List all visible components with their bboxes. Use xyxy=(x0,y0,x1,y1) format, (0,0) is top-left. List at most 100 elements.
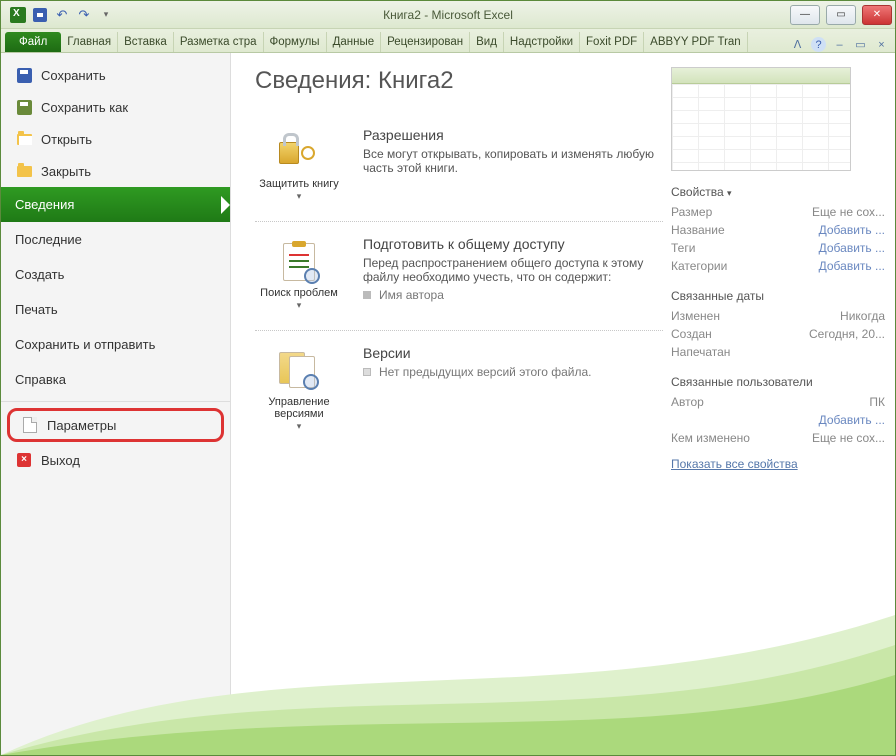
section-header: Версии xyxy=(363,345,663,361)
sidebar-item-new[interactable]: Создать xyxy=(1,257,230,292)
sidebar-item-share[interactable]: Сохранить и отправить xyxy=(1,327,230,362)
sidebar-item-label: Сведения xyxy=(15,197,74,212)
bullet-item: Нет предыдущих версий этого файла. xyxy=(363,365,663,379)
sidebar-item-label: Параметры xyxy=(47,418,116,433)
sidebar-item-label: Создать xyxy=(15,267,64,282)
chevron-down-icon: ▾ xyxy=(258,191,340,202)
exit-icon: × xyxy=(15,451,33,469)
sidebar-item-save[interactable]: Сохранить xyxy=(1,59,230,91)
minimize-button[interactable]: — xyxy=(790,5,820,25)
chevron-down-icon: ▾ xyxy=(727,188,732,198)
section-text: Перед распространением общего доступа к … xyxy=(363,256,663,284)
prop-row-categories[interactable]: КатегорииДобавить ... xyxy=(671,257,885,275)
section-text: Все могут открывать, копировать и изменя… xyxy=(363,147,663,175)
titlebar: ↶ ↷ ▾ Книга2 - Microsoft Excel — ▭ ✕ xyxy=(1,1,895,29)
manage-versions-button[interactable]: Управление версиями ▾ xyxy=(255,345,343,437)
prop-row-title[interactable]: НазваниеДобавить ... xyxy=(671,221,885,239)
properties-panel: Свойства ▾ РазмерЕще не сох... НазваниеД… xyxy=(663,67,885,755)
save-as-icon xyxy=(15,98,33,116)
sidebar-item-save-as[interactable]: Сохранить как xyxy=(1,91,230,123)
chevron-down-icon: ▾ xyxy=(258,300,340,311)
sidebar-item-label: Сохранить как xyxy=(41,100,128,115)
sidebar-item-label: Печать xyxy=(15,302,58,317)
protect-workbook-button[interactable]: Защитить книгу ▾ xyxy=(255,127,343,207)
prop-row-author: АвторПК xyxy=(671,393,885,411)
sidebar-item-label: Открыть xyxy=(41,132,92,147)
help-icon[interactable]: ? xyxy=(811,37,826,52)
save-icon xyxy=(15,66,33,84)
tab-foxit[interactable]: Foxit PDF xyxy=(580,32,644,52)
chevron-down-icon: ▾ xyxy=(258,421,340,432)
button-label: Поиск проблем xyxy=(258,287,340,299)
related-dates-header: Связанные даты xyxy=(671,289,885,303)
sidebar-item-close[interactable]: Закрыть xyxy=(1,155,230,187)
sidebar-separator xyxy=(1,401,230,402)
section-header: Подготовить к общему доступу xyxy=(363,236,663,252)
sidebar-item-options[interactable]: Параметры xyxy=(7,408,224,442)
folder-icon xyxy=(15,162,33,180)
tab-home[interactable]: Главная xyxy=(61,32,118,52)
page-title: Сведения: Книга2 xyxy=(255,67,663,95)
prop-row-size: РазмерЕще не сох... xyxy=(671,203,885,221)
button-label: Защитить книгу xyxy=(258,178,340,190)
file-tab[interactable]: Файл xyxy=(5,32,61,52)
doc-close-icon[interactable]: × xyxy=(874,37,889,52)
maximize-button[interactable]: ▭ xyxy=(826,5,856,25)
undo-icon[interactable]: ↶ xyxy=(53,6,71,24)
lock-icon xyxy=(275,132,323,174)
folder-open-icon xyxy=(15,130,33,148)
tab-view[interactable]: Вид xyxy=(470,32,504,52)
doc-minimize-icon[interactable]: – xyxy=(832,37,847,52)
section-header: Разрешения xyxy=(363,127,663,143)
close-button[interactable]: ✕ xyxy=(862,5,892,25)
tab-abbyy[interactable]: ABBYY PDF Tran xyxy=(644,32,748,52)
prop-row-tags[interactable]: ТегиДобавить ... xyxy=(671,239,885,257)
check-issues-button[interactable]: Поиск проблем ▾ xyxy=(255,236,343,316)
prepare-share-section: Поиск проблем ▾ Подготовить к общему дос… xyxy=(255,222,663,331)
sidebar-item-open[interactable]: Открыть xyxy=(1,123,230,155)
related-people-header: Связанные пользователи xyxy=(671,375,885,389)
document-thumbnail[interactable] xyxy=(671,67,851,171)
sidebar-item-recent[interactable]: Последние xyxy=(1,222,230,257)
prop-row-modified: ИзмененНикогда xyxy=(671,307,885,325)
save-icon[interactable] xyxy=(31,6,49,24)
sidebar-item-label: Выход xyxy=(41,453,80,468)
excel-icon xyxy=(9,6,27,24)
checklist-icon xyxy=(275,241,323,283)
sidebar-item-print[interactable]: Печать xyxy=(1,292,230,327)
sidebar-item-info[interactable]: Сведения xyxy=(1,187,230,222)
sidebar-item-help[interactable]: Справка xyxy=(1,362,230,397)
sidebar-item-label: Справка xyxy=(15,372,66,387)
tab-data[interactable]: Данные xyxy=(327,32,382,52)
sidebar-item-label: Сохранить xyxy=(41,68,106,83)
versions-section: Управление версиями ▾ Версии Нет предыду… xyxy=(255,331,663,451)
prop-row-last-modified-by: Кем измененоЕще не сох... xyxy=(671,429,885,447)
sidebar-item-label: Последние xyxy=(15,232,82,247)
show-all-properties-link[interactable]: Показать все свойства xyxy=(671,457,798,471)
tab-addins[interactable]: Надстройки xyxy=(504,32,580,52)
document-icon xyxy=(363,368,371,376)
quick-access-toolbar: ↶ ↷ ▾ xyxy=(1,6,115,24)
properties-dropdown[interactable]: Свойства ▾ xyxy=(671,185,885,199)
doc-restore-icon[interactable]: ▭ xyxy=(853,37,868,52)
redo-icon[interactable]: ↷ xyxy=(75,6,93,24)
ribbon-tabs: Файл Главная Вставка Разметка стра Форму… xyxy=(1,29,895,53)
sidebar-item-label: Закрыть xyxy=(41,164,91,179)
tab-page-layout[interactable]: Разметка стра xyxy=(174,32,264,52)
ribbon-minimize-icon[interactable]: ᐱ xyxy=(790,37,805,52)
prop-row-add-author[interactable]: Добавить ... xyxy=(671,411,885,429)
prop-row-printed: Напечатан xyxy=(671,343,885,361)
tab-formulas[interactable]: Формулы xyxy=(264,32,327,52)
permissions-section: Защитить книгу ▾ Разрешения Все могут от… xyxy=(255,113,663,222)
qat-customize-icon[interactable]: ▾ xyxy=(97,6,115,24)
section-text: Нет предыдущих версий этого файла. xyxy=(379,365,592,379)
bullet-icon xyxy=(363,291,371,299)
tab-review[interactable]: Рецензирован xyxy=(381,32,470,52)
options-icon xyxy=(21,416,39,434)
window-title: Книга2 - Microsoft Excel xyxy=(383,8,513,22)
backstage-sidebar: Сохранить Сохранить как Открыть Закрыть … xyxy=(1,53,231,755)
sidebar-item-exit[interactable]: × Выход xyxy=(1,444,230,476)
bullet-item: Имя автора xyxy=(363,288,663,302)
prop-row-created: СозданСегодня, 20... xyxy=(671,325,885,343)
tab-insert[interactable]: Вставка xyxy=(118,32,174,52)
